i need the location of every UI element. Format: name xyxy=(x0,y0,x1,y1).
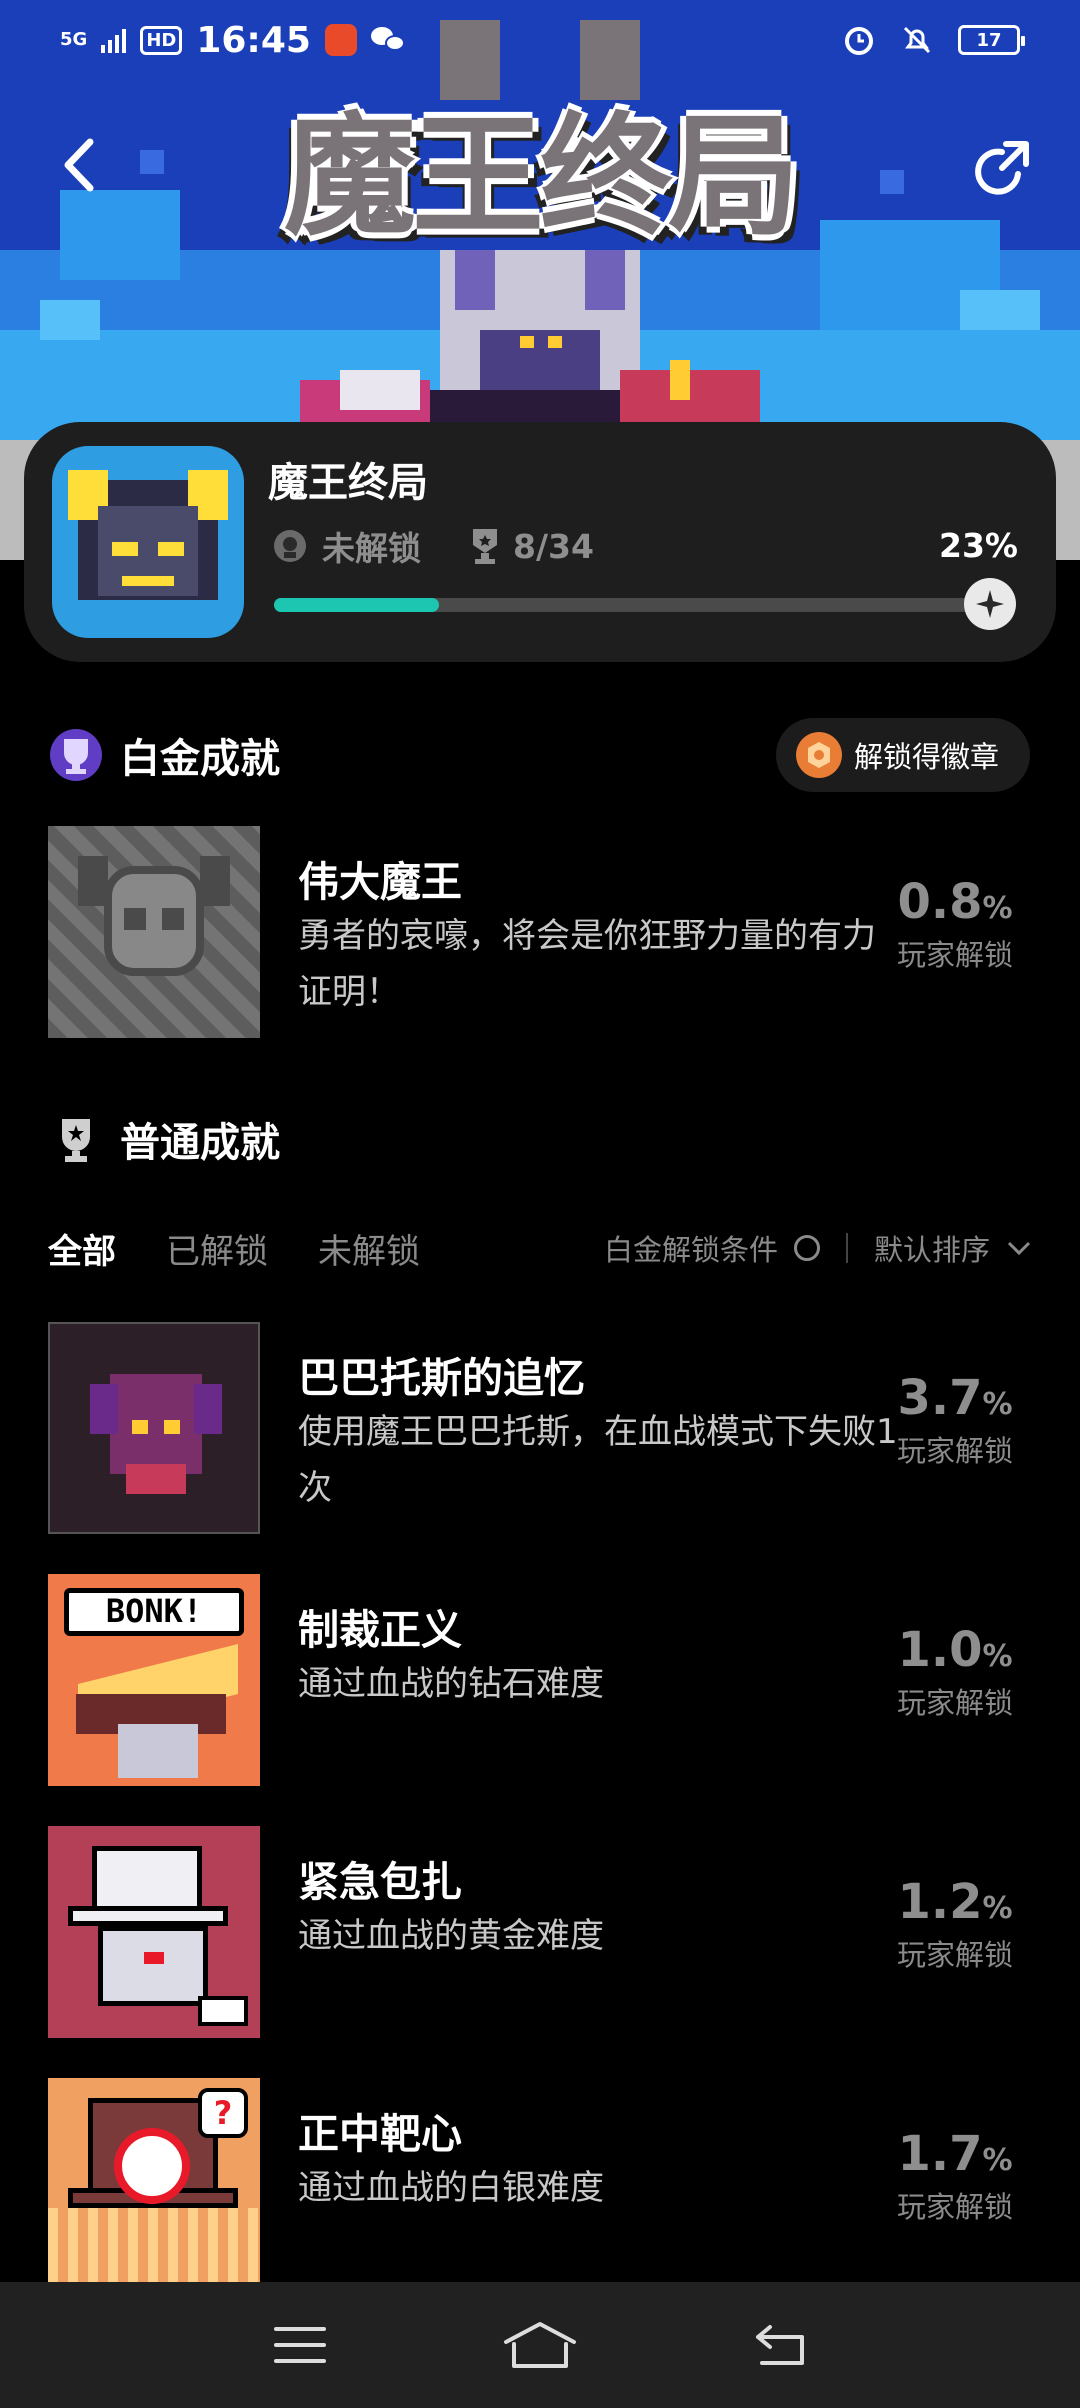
unlock-rate-value: 3.7 xyxy=(897,1370,983,1426)
achievement-name: 巴巴托斯的追忆 xyxy=(298,1354,585,1402)
mute-icon xyxy=(903,26,931,54)
game-title: 魔王终局 xyxy=(268,460,428,506)
status-bar: 5G HD 16:45 17 xyxy=(0,0,1080,80)
achievement-name: 正中靶心 xyxy=(298,2110,462,2158)
signal-indicator: 5G xyxy=(60,29,88,50)
unlock-rate: 3.7% 玩家解锁 xyxy=(880,1370,1030,1470)
signal-bars-icon xyxy=(101,27,127,53)
unlock-rate-label: 玩家解锁 xyxy=(896,1686,1013,1720)
tab-unlocked[interactable]: 已解锁 xyxy=(166,1224,268,1273)
unlock-rate-label: 玩家解锁 xyxy=(896,938,1013,972)
achievement-row[interactable]: 巴巴托斯的追忆 使用魔王巴巴托斯，在血战模式下失败1次 3.7% 玩家解锁 xyxy=(48,1322,1038,1536)
unlock-rate-unit: % xyxy=(982,1891,1013,1926)
achievement-name: 紧急包扎 xyxy=(298,1858,462,1906)
app-notification-icon xyxy=(324,24,357,56)
unlock-rate-value: 0.8 xyxy=(897,874,983,930)
normal-section-title: 普通成就 xyxy=(120,1120,280,1166)
game-meta: 未解锁 8/34 xyxy=(270,522,594,570)
achievement-row[interactable]: BONK! 制裁正义 通过血战的钻石难度 1.0% 玩家解锁 xyxy=(48,1574,1038,1788)
achievement-desc: 勇者的哀嚎，将会是你狂野力量的有力证明！ xyxy=(298,916,876,1012)
divider xyxy=(845,1233,848,1263)
unlock-rate-value: 1.2 xyxy=(897,1874,983,1930)
achievement-desc: 使用魔王巴巴托斯，在血战模式下失败1次 xyxy=(298,1412,898,1508)
achievement-name: 制裁正义 xyxy=(298,1606,462,1654)
unlock-rate: 1.7% 玩家解锁 xyxy=(880,2126,1030,2226)
filter-bar: 全部 已解锁 未解锁 白金解锁条件 默认排序 xyxy=(48,1220,1032,1276)
unlock-rate: 0.8% 玩家解锁 xyxy=(880,874,1030,974)
achievement-art: BONK! xyxy=(48,1574,260,1786)
badge-icon xyxy=(796,732,842,778)
system-nav-bar xyxy=(0,2282,1080,2408)
unlock-rate-label: 玩家解锁 xyxy=(896,1434,1013,1468)
achievement-art xyxy=(48,1826,260,2038)
achievement-art: ? xyxy=(48,2078,260,2290)
unlock-badge-label: 解锁得徽章 xyxy=(854,740,1000,774)
unlock-rate-unit: % xyxy=(982,2143,1013,2178)
platinum-section-title: 白金成就 xyxy=(120,736,280,782)
completion-progress-bar xyxy=(274,578,1016,630)
unlock-rate-unit: % xyxy=(982,1387,1013,1422)
unlock-rate-unit: % xyxy=(982,891,1013,926)
achievement-row[interactable]: 紧急包扎 通过血战的黄金难度 1.2% 玩家解锁 xyxy=(48,1826,1038,2040)
share-icon[interactable] xyxy=(968,138,1034,204)
battery-indicator: 17 xyxy=(958,25,1025,55)
unlock-rate-label: 玩家解锁 xyxy=(896,1938,1013,1972)
unlock-rate-label: 玩家解锁 xyxy=(896,2190,1013,2224)
achievement-desc: 通过血战的黄金难度 xyxy=(298,1916,604,1956)
tab-locked[interactable]: 未解锁 xyxy=(318,1224,420,1273)
achievement-art xyxy=(48,826,260,1038)
platinum-achievement-row[interactable]: 伟大魔王 勇者的哀嚎，将会是你狂野力量的有力证明！ 0.8% 玩家解锁 xyxy=(48,826,1038,1040)
chevron-down-icon[interactable] xyxy=(1006,1238,1032,1258)
game-summary-card: 魔王终局 未解锁 8/34 23% xyxy=(24,422,1056,662)
unlock-rate: 1.2% 玩家解锁 xyxy=(880,1874,1030,1974)
completion-percent: 23% xyxy=(939,526,1018,565)
sort-dropdown[interactable]: 默认排序 xyxy=(874,1227,990,1269)
platinum-section-header: 白金成就 xyxy=(48,726,280,784)
achievement-row[interactable]: ? 正中靶心 通过血战的白银难度 1.7% 玩家解锁 xyxy=(48,2078,1038,2292)
platinum-condition-toggle-label[interactable]: 白金解锁条件 xyxy=(604,1227,778,1269)
game-icon[interactable] xyxy=(52,446,244,638)
unlock-rate-value: 1.7 xyxy=(897,2126,983,2182)
normal-trophy-icon xyxy=(62,1119,90,1162)
achievement-desc: 通过血战的钻石难度 xyxy=(298,1664,604,1704)
trophy-icon xyxy=(473,529,497,564)
unlock-rate-unit: % xyxy=(982,1639,1013,1674)
back-nav-icon[interactable] xyxy=(735,2310,825,2380)
back-icon[interactable] xyxy=(50,130,110,200)
lock-status: 未解锁 xyxy=(322,529,421,568)
hd-badge: HD xyxy=(140,25,183,55)
normal-section-header: 普通成就 xyxy=(48,1110,280,1168)
achievement-desc: 通过血战的白银难度 xyxy=(298,2168,604,2208)
home-icon[interactable] xyxy=(495,2310,585,2380)
lock-trophy-icon xyxy=(274,530,306,562)
unlock-rate-value: 1.0 xyxy=(897,1622,983,1678)
status-time: 16:45 xyxy=(196,19,311,61)
tab-all[interactable]: 全部 xyxy=(48,1224,116,1273)
progress-fill xyxy=(274,598,439,612)
bonk-text: BONK! xyxy=(105,1592,203,1630)
unlock-badge-button[interactable]: 解锁得徽章 xyxy=(776,718,1030,792)
platinum-trophy-icon xyxy=(50,729,102,781)
platinum-star-icon xyxy=(964,578,1016,630)
alarm-icon xyxy=(845,27,873,55)
achievement-art xyxy=(48,1322,260,1534)
menu-icon[interactable] xyxy=(255,2310,345,2380)
unlock-rate: 1.0% 玩家解锁 xyxy=(880,1622,1030,1722)
wechat-icon xyxy=(370,25,407,55)
platinum-condition-radio[interactable] xyxy=(793,1235,820,1261)
achievement-count: 8/34 xyxy=(513,526,594,566)
achievement-name: 伟大魔王 xyxy=(298,858,462,906)
game-logo: 魔王终局 xyxy=(284,99,800,254)
